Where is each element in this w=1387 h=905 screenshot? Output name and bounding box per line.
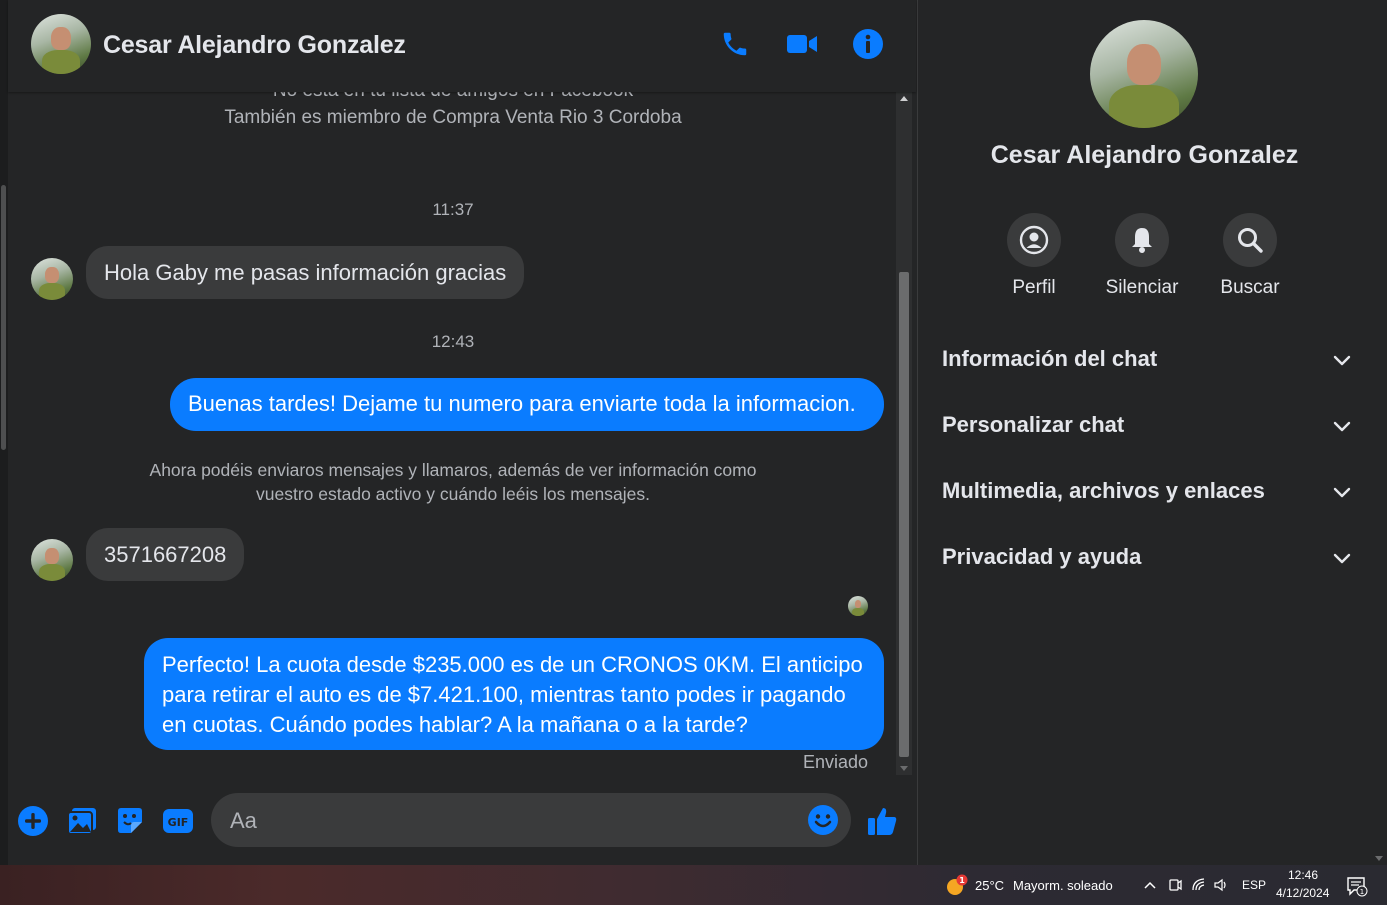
timestamp: 12:43 [431, 332, 475, 351]
notification-count: 1 [1360, 888, 1364, 896]
weather-icon[interactable]: 1 [944, 874, 968, 896]
search-label: Buscar [1220, 277, 1280, 298]
outgoing-message[interactable]: Buenas tardes! Dejame tu numero para env… [170, 378, 884, 431]
language-indicator[interactable]: ESP [1242, 878, 1266, 892]
profile-icon[interactable] [1007, 213, 1061, 267]
notice-line: vuestro estado activo y cuándo leéis los… [256, 484, 650, 504]
volume-icon[interactable] [1213, 877, 1229, 893]
mute-label: Silenciar [1105, 277, 1179, 298]
contact-avatar[interactable] [31, 14, 91, 74]
chat-window: Cesar Alejandro Gonzalez No está en tu l… [8, 0, 916, 865]
composer: GIF Aa [8, 775, 916, 865]
notice-line: Ahora podéis enviaros mensajes y llamaro… [149, 460, 757, 480]
profile-button[interactable]: Perfil [989, 213, 1079, 299]
section-media-files-links[interactable]: Multimedia, archivos y enlaces [942, 472, 1352, 512]
section-privacy-help[interactable]: Privacidad y ayuda [942, 538, 1352, 578]
chat-header: Cesar Alejandro Gonzalez [8, 0, 916, 92]
message-line: para retirar el auto es de $7.421.100, m… [162, 682, 846, 707]
incoming-message[interactable]: Hola Gaby me pasas información gracias [86, 246, 525, 299]
chevron-up-icon[interactable] [1142, 877, 1158, 893]
delivery-status: Enviado [802, 752, 868, 772]
wifi-icon[interactable] [1191, 877, 1207, 893]
weather-badge: 1 [959, 876, 965, 885]
bell-icon[interactable] [1115, 213, 1169, 267]
chat-scrollbar[interactable] [896, 92, 912, 775]
profile-label: Perfil [1012, 277, 1056, 298]
section-title: Información del chat [942, 346, 1158, 371]
sticker-icon[interactable] [113, 804, 147, 838]
mute-button[interactable]: Silenciar [1097, 213, 1187, 299]
chevron-down-icon [1333, 355, 1351, 366]
sender-avatar[interactable] [31, 258, 73, 300]
section-title: Personalizar chat [942, 412, 1125, 437]
outgoing-message[interactable]: Perfecto! La cuota desde $235.000 es de … [144, 638, 884, 750]
notification-icon[interactable]: 1 [1346, 875, 1368, 897]
section-chat-info[interactable]: Información del chat [942, 340, 1352, 380]
meet-now-icon[interactable] [1167, 877, 1183, 893]
video-icon[interactable] [785, 27, 819, 61]
clock-time[interactable]: 12:46 [1288, 868, 1318, 882]
profile-avatar[interactable] [1090, 20, 1198, 128]
context-not-friend: No está en tu lista de amigos en Faceboo… [8, 92, 898, 102]
info-icon[interactable] [851, 27, 885, 61]
like-icon[interactable] [865, 804, 899, 838]
gif-icon[interactable]: GIF [161, 804, 195, 838]
timestamp: 11:37 [432, 200, 474, 219]
phone-icon[interactable] [718, 27, 752, 61]
temperature[interactable]: 25°C [975, 878, 1004, 893]
scroll-up-arrow[interactable] [900, 96, 908, 101]
windows-taskbar: 1 25°C Mayorm. soleado ESP 12:46 4/12/20… [0, 865, 1387, 905]
message-list[interactable]: No está en tu lista de amigos en Faceboo… [8, 92, 904, 775]
search-icon[interactable] [1223, 213, 1277, 267]
message-input[interactable]: Aa [211, 793, 851, 847]
section-customize-chat[interactable]: Personalizar chat [942, 406, 1352, 446]
chevron-down-icon [1333, 421, 1351, 432]
page-scrollbar[interactable] [0, 0, 8, 865]
incoming-message[interactable]: 3571667208 [86, 528, 245, 581]
emoji-icon[interactable] [807, 804, 839, 836]
scroll-down-arrow[interactable] [1375, 856, 1383, 861]
panel-scrollbar[interactable] [1370, 0, 1387, 865]
plus-circle-icon[interactable] [16, 804, 50, 838]
weather-description[interactable]: Mayorm. soleado [1013, 878, 1113, 893]
profile-name[interactable]: Cesar Alejandro Gonzalez [918, 141, 1371, 170]
page-scroll-thumb[interactable] [1, 185, 6, 450]
message-placeholder: Aa [230, 808, 257, 833]
seen-avatar [848, 596, 868, 616]
scroll-down-arrow[interactable] [900, 766, 908, 771]
section-title: Multimedia, archivos y enlaces [942, 478, 1265, 503]
conversation-details-panel: Cesar Alejandro Gonzalez Perfil Silencia… [917, 0, 1370, 865]
photo-icon[interactable] [65, 804, 99, 838]
message-line: Perfecto! La cuota desde $235.000 es de … [162, 652, 863, 677]
chat-scroll-thumb[interactable] [899, 272, 909, 757]
contact-name[interactable]: Cesar Alejandro Gonzalez [103, 31, 406, 60]
section-title: Privacidad y ayuda [942, 544, 1142, 569]
chevron-down-icon [1333, 487, 1351, 498]
svg-text:GIF: GIF [168, 816, 189, 829]
message-line: en cuotas. Cuándo podes hablar? A la mañ… [162, 712, 748, 737]
search-button[interactable]: Buscar [1205, 213, 1295, 299]
context-group: También es miembro de Compra Venta Rio 3… [224, 107, 682, 128]
chevron-down-icon [1333, 553, 1351, 564]
sender-avatar[interactable] [31, 539, 73, 581]
clock-date[interactable]: 4/12/2024 [1276, 886, 1329, 900]
